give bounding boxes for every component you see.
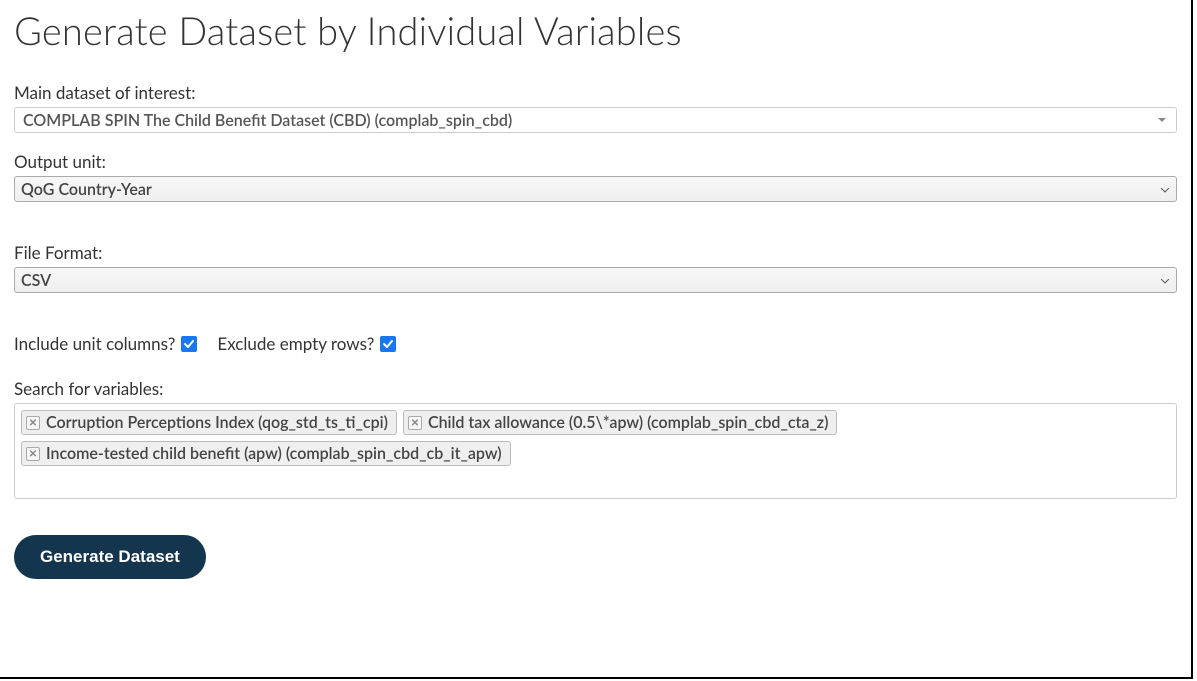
generate-dataset-button[interactable]: Generate Dataset: [14, 535, 206, 579]
variable-tag[interactable]: ✕ Income-tested child benefit (apw) (com…: [21, 441, 511, 466]
output-unit-value: QoG Country-Year: [21, 180, 152, 199]
variable-tag-label: Income-tested child benefit (apw) (compl…: [46, 444, 502, 463]
page-title: Generate Dataset by Individual Variables: [14, 8, 1177, 54]
variable-tag[interactable]: ✕ Corruption Perceptions Index (qog_std_…: [21, 410, 397, 435]
variables-tagbox[interactable]: ✕ Corruption Perceptions Index (qog_std_…: [14, 403, 1177, 499]
include-unit-group: Include unit columns?: [14, 333, 211, 354]
remove-tag-icon[interactable]: ✕: [408, 416, 422, 430]
variable-tag-label: Corruption Perceptions Index (qog_std_ts…: [46, 413, 388, 432]
remove-tag-icon[interactable]: ✕: [26, 416, 40, 430]
file-format-label: File Format:: [14, 242, 1177, 263]
page-frame: Generate Dataset by Individual Variables…: [0, 0, 1193, 679]
options-row: Include unit columns? Exclude empty rows…: [14, 333, 1177, 354]
file-format-field: File Format: CSV: [14, 242, 1177, 293]
variable-tag-label: Child tax allowance (0.5\*apw) (complab_…: [428, 413, 828, 432]
chevron-down-icon: [1161, 275, 1169, 283]
check-icon: [183, 338, 195, 350]
main-dataset-label: Main dataset of interest:: [14, 82, 1177, 103]
main-dataset-select[interactable]: COMPLAB SPIN The Child Benefit Dataset (…: [14, 107, 1177, 133]
remove-tag-icon[interactable]: ✕: [26, 447, 40, 461]
include-unit-label: Include unit columns?: [14, 333, 175, 354]
main-dataset-value: COMPLAB SPIN The Child Benefit Dataset (…: [23, 111, 512, 130]
exclude-empty-group: Exclude empty rows?: [217, 333, 410, 354]
output-unit-select[interactable]: QoG Country-Year: [14, 176, 1177, 202]
main-dataset-field: Main dataset of interest: COMPLAB SPIN T…: [14, 82, 1177, 133]
output-unit-field: Output unit: QoG Country-Year: [14, 151, 1177, 202]
exclude-empty-checkbox[interactable]: [380, 336, 396, 352]
include-unit-checkbox[interactable]: [181, 336, 197, 352]
search-variables-field: Search for variables: ✕ Corruption Perce…: [14, 378, 1177, 499]
file-format-select[interactable]: CSV: [14, 267, 1177, 293]
file-format-value: CSV: [21, 271, 51, 290]
search-variables-label: Search for variables:: [14, 378, 1177, 399]
variable-tag[interactable]: ✕ Child tax allowance (0.5\*apw) (compla…: [403, 410, 837, 435]
check-icon: [382, 338, 394, 350]
exclude-empty-label: Exclude empty rows?: [217, 333, 374, 354]
caret-down-icon: [1158, 118, 1166, 122]
chevron-down-icon: [1161, 184, 1169, 192]
output-unit-label: Output unit:: [14, 151, 1177, 172]
